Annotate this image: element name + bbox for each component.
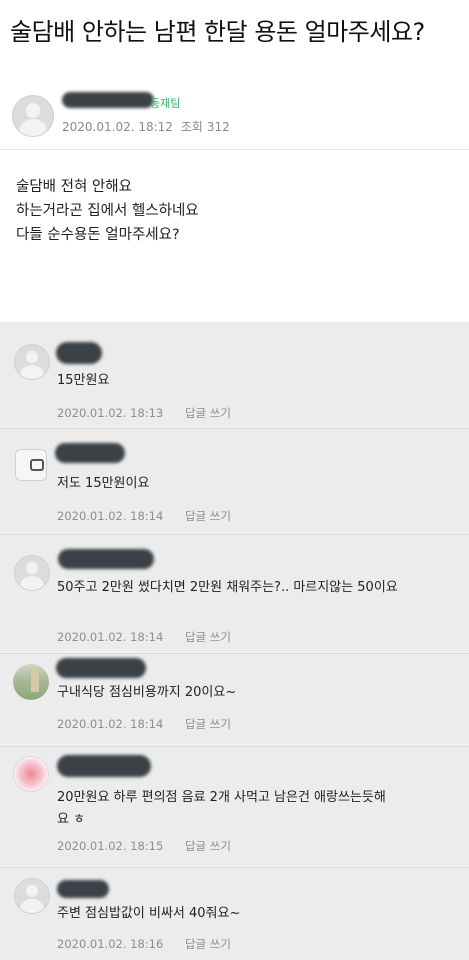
post-divider [0, 149, 469, 150]
comment-meta: 2020.01.02. 18:14 답글 쓰기 [57, 716, 231, 732]
avatar-head-icon [25, 885, 39, 898]
content-line: 하는거라곤 집에서 헬스하네요 [16, 203, 199, 219]
avatar-body-icon [20, 898, 44, 913]
commenter-avatar[interactable] [13, 664, 49, 700]
comment-item: 50주고 2만원 썼다치면 2만원 채워주는?.. 마르지않는 50이요 202… [0, 535, 469, 651]
reply-link[interactable]: 답글 쓰기 [185, 630, 231, 644]
content-line: 다들 순수용돈 얼마주세요? [16, 227, 180, 243]
comment-date: 2020.01.02. 18:14 [57, 509, 164, 523]
reply-link[interactable]: 답글 쓰기 [185, 406, 231, 420]
reply-link[interactable]: 답글 쓰기 [185, 937, 231, 951]
commenter-avatar[interactable] [13, 756, 49, 792]
content-line: 술담배 전혀 안해요 [16, 179, 132, 195]
comment-date: 2020.01.02. 18:13 [57, 406, 164, 420]
commenter-avatar[interactable] [14, 555, 50, 591]
reply-link[interactable]: 답글 쓰기 [185, 509, 231, 523]
commenter-avatar[interactable] [14, 344, 50, 380]
comment-meta: 2020.01.02. 18:15 답글 쓰기 [57, 838, 231, 854]
avatar-body-icon [20, 575, 44, 590]
comment-item: 20만원요 하루 편의점 음료 2개 사먹고 남은건 애랑쓰는듯해요 ㅎ 202… [0, 747, 469, 865]
post-card: 술담배 안하는 남편 한달 용돈 얼마주세요? 등재팀 2020.01.02. … [0, 0, 469, 322]
commenter-name-redacted [56, 342, 102, 364]
commenter-name-redacted [57, 880, 109, 898]
post-title: 술담배 안하는 남편 한달 용돈 얼마주세요? [10, 18, 425, 46]
comment-item: 저도 15만원이요 2020.01.02. 18:14 답글 쓰기 [0, 429, 469, 532]
reply-link[interactable]: 답글 쓰기 [185, 717, 231, 731]
comment-date: 2020.01.02. 18:15 [57, 839, 164, 853]
comment-text: 주변 점심밥값이 비싸서 40줘요~ [57, 906, 241, 921]
comment-date: 2020.01.02. 18:14 [57, 717, 164, 731]
commenter-avatar[interactable] [14, 878, 50, 914]
post-content: 술담배 전혀 안해요 하는거라곤 집에서 헬스하네요 다들 순수용돈 얼마주세요… [16, 175, 199, 247]
comment-meta: 2020.01.02. 18:14 답글 쓰기 [57, 629, 231, 645]
commenter-name-redacted [56, 658, 146, 678]
views-label: 조회 [180, 120, 203, 134]
author-grade: 등재팀 [150, 97, 181, 110]
reply-link[interactable]: 답글 쓰기 [185, 839, 231, 853]
comment-text: 저도 15만원이요 [57, 476, 150, 491]
views-count: 312 [206, 120, 230, 134]
author-avatar[interactable] [12, 95, 54, 137]
comment-text: 구내식당 점심비용까지 20이요~ [57, 685, 237, 700]
cartoon-avatar-icon [30, 459, 44, 471]
avatar-head-icon [25, 351, 39, 364]
avatar-body-icon [20, 364, 44, 379]
avatar-body-icon [19, 119, 47, 136]
comment-meta: 2020.01.02. 18:16 답글 쓰기 [57, 936, 231, 952]
comment-meta: 2020.01.02. 18:14 답글 쓰기 [57, 508, 231, 524]
post-meta: 2020.01.02. 18:12 조회 312 [62, 118, 234, 135]
comment-date: 2020.01.02. 18:14 [57, 630, 164, 644]
comment-text: 15만원요 [57, 373, 110, 388]
comment-item: 구내식당 점심비용까지 20이요~ 2020.01.02. 18:14 답글 쓰… [0, 654, 469, 744]
commenter-name-redacted [55, 443, 125, 463]
commenter-name-redacted [58, 549, 154, 569]
post-date: 2020.01.02. 18:12 [62, 120, 173, 134]
author-name-redacted [62, 92, 154, 108]
commenter-avatar[interactable] [15, 449, 47, 481]
avatar-head-icon [25, 103, 41, 118]
commenter-name-redacted [57, 755, 151, 777]
comment-item: 주변 점심밥값이 비싸서 40줘요~ 2020.01.02. 18:16 답글 … [0, 868, 469, 960]
landscape-photo-icon [31, 668, 39, 692]
comment-meta: 2020.01.02. 18:13 답글 쓰기 [57, 405, 231, 421]
comment-text: 50주고 2만원 썼다치면 2만원 채워주는?.. 마르지않는 50이요 [57, 580, 398, 595]
comment-text: 20만원요 하루 편의점 음료 2개 사먹고 남은건 애랑쓰는듯해요 ㅎ [57, 790, 386, 827]
comment-item: 15만원요 2020.01.02. 18:13 답글 쓰기 [0, 322, 469, 426]
avatar-head-icon [25, 562, 39, 575]
comment-date: 2020.01.02. 18:16 [57, 937, 164, 951]
